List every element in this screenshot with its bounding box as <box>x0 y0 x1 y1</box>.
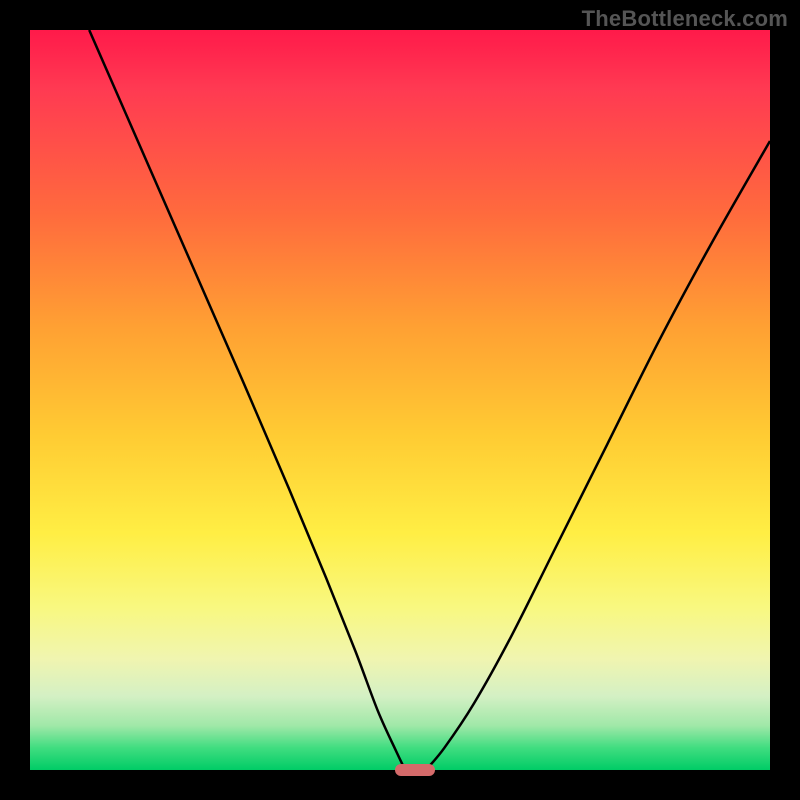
bottleneck-curve <box>30 30 770 770</box>
optimal-marker <box>395 764 435 776</box>
watermark-text: TheBottleneck.com <box>582 6 788 32</box>
curve-right-branch <box>426 141 770 770</box>
curve-left-branch <box>89 30 405 770</box>
chart-plot-area <box>30 30 770 770</box>
